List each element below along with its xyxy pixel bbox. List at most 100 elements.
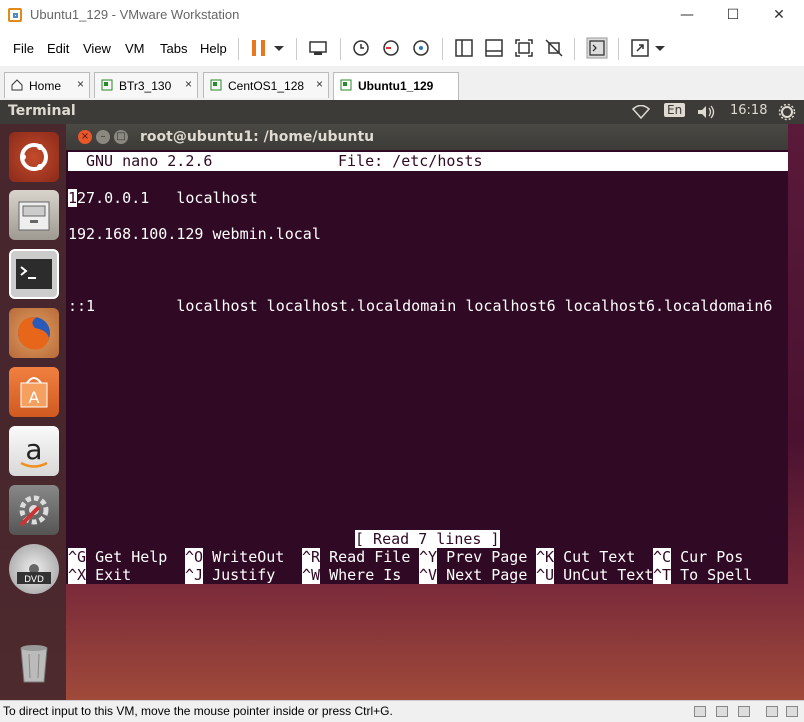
terminal-close-icon[interactable]: × [78,130,92,144]
svg-text:A: A [29,388,40,407]
shortcut-cur-pos: ^C Cur Pos [653,548,744,566]
vm-icon [210,79,222,91]
shortcut-to-spell: ^T To Spell [653,566,753,584]
vm-icon [101,79,113,91]
thumbnail-bar-icon[interactable] [483,37,505,59]
menu-toolbar: File Edit View VM Tabs Help [0,32,804,67]
svg-text:DVD: DVD [24,575,44,585]
menu-tabs[interactable]: Tabs [160,41,187,56]
volume-icon[interactable] [697,105,717,119]
maximize-button[interactable]: ☐ [710,0,756,32]
tab-label: Ubuntu1_129 [358,79,434,93]
vmware-app-icon [8,8,22,22]
vmware-status-bar: To direct input to this VM, move the mou… [0,700,804,722]
minimize-button[interactable]: — [664,0,710,32]
menu-help[interactable]: Help [200,41,227,56]
unity-mode-icon[interactable] [543,37,565,59]
shortcut-cut-text: ^K Cut Text [536,548,636,566]
amazon-icon[interactable]: a [9,426,59,476]
firefox-icon[interactable] [9,308,59,358]
title-bar: Ubuntu1_129 - VMware Workstation — ☐ ✕ [0,0,804,33]
tab-btr3-130[interactable]: BTr3_130 × [94,72,198,98]
display-icon[interactable] [766,706,778,717]
network-wifi-icon[interactable] [632,105,650,119]
window-title: Ubuntu1_129 - VMware Workstation [30,7,240,22]
svg-text:a: a [25,433,42,466]
terminal-window[interactable]: × – □ root@ubuntu1: /home/ubuntu GNU nan… [66,124,788,584]
text-cursor: 1 [68,189,78,207]
terminal-titlebar[interactable]: × – □ root@ubuntu1: /home/ubuntu [66,124,788,150]
tab-close-icon[interactable]: × [77,77,84,91]
shortcut-read-file: ^R Read File [302,548,411,566]
tab-close-icon[interactable]: × [185,77,192,91]
dvd-icon[interactable]: DVD [9,544,59,594]
revert-snapshot-icon[interactable] [380,37,402,59]
menu-edit[interactable]: Edit [47,41,69,56]
tab-ubuntu1-129[interactable]: Ubuntu1_129 [333,72,459,100]
chevron-down-icon[interactable] [653,37,667,59]
snapshot-manager-icon[interactable] [410,37,432,59]
message-log-icon[interactable] [786,706,798,717]
menu-file[interactable]: File [13,41,34,56]
file-line[interactable]: ::1 localhost localhost.localdomain loca… [68,297,772,315]
file-line-text: 27.0.0.1 localhost [77,189,258,207]
keyboard-layout-indicator[interactable]: En [664,103,686,117]
send-ctrl-alt-del-icon[interactable] [307,37,329,59]
toolbar-separator [442,38,443,60]
tab-close-icon[interactable]: × [316,77,323,91]
status-hint: To direct input to this VM, move the mou… [3,704,393,718]
nano-status-message: [ Read 7 lines ] [355,530,500,548]
tab-label: Home [29,79,62,93]
power-gear-icon[interactable] [778,103,796,121]
vm-tab-bar: Home × BTr3_130 × CentOS1_128 × Ubuntu1_… [0,66,804,101]
file-line[interactable]: 127.0.0.1 localhost [68,189,258,207]
shortcut-uncut-text: ^U UnCut Text [536,566,654,584]
files-icon[interactable] [9,190,59,240]
tab-home[interactable]: Home × [4,72,90,98]
shortcut-writeout: ^O WriteOut [185,548,285,566]
system-settings-icon[interactable] [9,485,59,535]
shortcut-where-is: ^W Where Is [302,566,402,584]
shortcut-prev-page: ^Y Prev Page [419,548,528,566]
nano-version: GNU nano 2.2.6 [86,152,213,170]
stretch-guest-icon[interactable] [629,37,651,59]
vm-icon [340,79,352,91]
nano-header: GNU nano 2.2.6 File: /etc/hosts [68,152,788,171]
full-screen-icon[interactable] [513,37,535,59]
clock[interactable]: 16:18 [730,103,767,118]
shortcut-get-help: ^G Get Help [68,548,168,566]
toolbar-separator [238,38,239,60]
shortcut-next-page: ^V Next Page [419,566,528,584]
terminal-title: root@ubuntu1: /home/ubuntu [140,129,375,145]
toolbar-separator [340,38,341,60]
file-line[interactable]: 192.168.100.129 webmin.local [68,225,321,243]
terminal-maximize-icon[interactable]: □ [114,130,128,144]
console-view-icon[interactable] [586,37,608,59]
network-adapter-icon[interactable] [738,706,750,717]
chevron-down-icon[interactable] [272,37,286,59]
menu-view[interactable]: View [83,41,111,56]
toolbar-separator [296,38,297,60]
trash-icon[interactable] [9,638,59,688]
ubuntu-dash-icon[interactable] [9,132,59,182]
ubuntu-top-panel: Terminal En 16:18 [0,100,804,124]
software-center-icon[interactable]: A [9,367,59,417]
close-button[interactable]: ✕ [756,0,802,32]
shortcut-exit: ^X Exit [68,566,132,584]
panel-app-title: Terminal [8,103,76,119]
menu-vm[interactable]: VM [125,41,145,56]
show-library-icon[interactable] [453,37,475,59]
snapshot-icon[interactable] [350,37,372,59]
tab-label: BTr3_130 [119,79,172,93]
nano-filename: File: /etc/hosts [338,152,483,170]
unity-launcher: A a DVD [0,124,66,700]
pause-icon[interactable] [248,37,270,59]
toolbar-separator [618,38,619,60]
tab-label: CentOS1_128 [228,79,305,93]
home-icon [11,79,23,91]
tab-centos1-128[interactable]: CentOS1_128 × [203,72,329,98]
cd-dvd-icon[interactable] [716,706,728,717]
terminal-minimize-icon[interactable]: – [96,130,110,144]
hard-disk-icon[interactable] [694,706,706,717]
terminal-icon[interactable] [9,249,59,299]
